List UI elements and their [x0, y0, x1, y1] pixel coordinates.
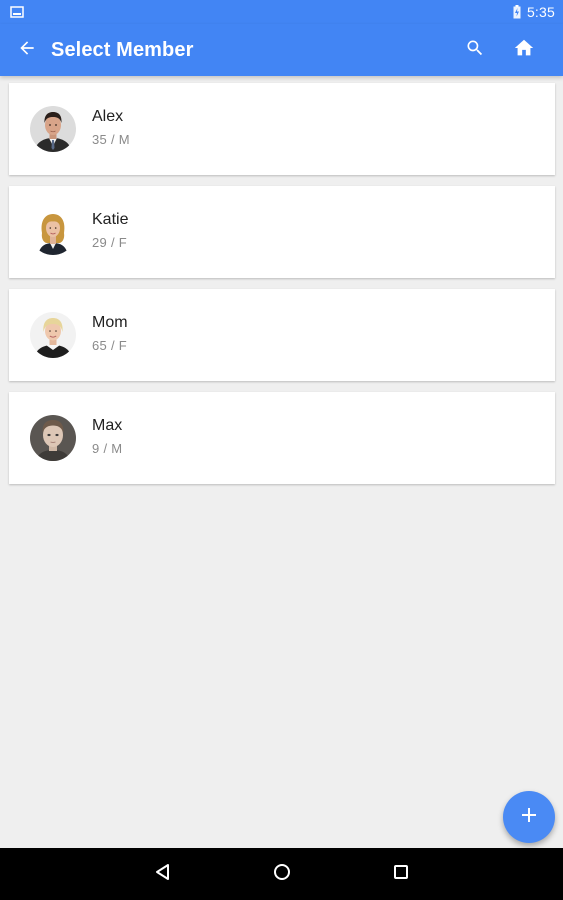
- search-icon: [465, 38, 485, 63]
- nav-recents-square-icon: [393, 864, 409, 885]
- search-button[interactable]: [455, 30, 495, 70]
- nav-recents-button[interactable]: [383, 856, 419, 892]
- nav-home-circle-icon: [273, 863, 291, 886]
- add-member-button[interactable]: [503, 791, 555, 843]
- member-name: Katie: [92, 211, 129, 228]
- back-button[interactable]: [7, 30, 47, 70]
- avatar: [30, 415, 76, 461]
- member-card-katie[interactable]: Katie 29 / F: [9, 186, 555, 278]
- status-right: 5:35: [513, 3, 555, 21]
- member-card-alex[interactable]: Alex 35 / M: [9, 83, 555, 175]
- avatar: [30, 209, 76, 255]
- member-name: Max: [92, 417, 123, 434]
- arrow-back-icon: [17, 38, 37, 63]
- member-list: Alex 35 / M Katie 29 / F Mom 65 / F Max …: [9, 83, 555, 495]
- nav-home-button[interactable]: [264, 856, 300, 892]
- screenshot-icon: [10, 5, 24, 19]
- member-age-gender: 9 / M: [92, 441, 123, 456]
- status-bar: 5:35: [0, 0, 563, 24]
- member-name: Alex: [92, 108, 124, 125]
- nav-back-triangle-icon: [154, 863, 172, 886]
- home-button[interactable]: [504, 30, 544, 70]
- member-name: Mom: [92, 314, 128, 331]
- battery-charging-icon: [513, 5, 521, 19]
- system-nav-bar: [0, 848, 563, 900]
- app-bar: Select Member: [0, 24, 563, 76]
- member-age-gender: 35 / M: [92, 132, 130, 147]
- home-icon: [513, 37, 535, 64]
- member-age-gender: 65 / F: [92, 338, 128, 353]
- page-title: Select Member: [51, 39, 194, 61]
- avatar: [30, 106, 76, 152]
- nav-back-button[interactable]: [145, 856, 181, 892]
- plus-icon: [521, 807, 537, 828]
- member-card-max[interactable]: Max 9 / M: [9, 392, 555, 484]
- member-card-mom[interactable]: Mom 65 / F: [9, 289, 555, 381]
- avatar: [30, 312, 76, 358]
- member-age-gender: 29 / F: [92, 235, 128, 250]
- status-time: 5:35: [526, 4, 555, 20]
